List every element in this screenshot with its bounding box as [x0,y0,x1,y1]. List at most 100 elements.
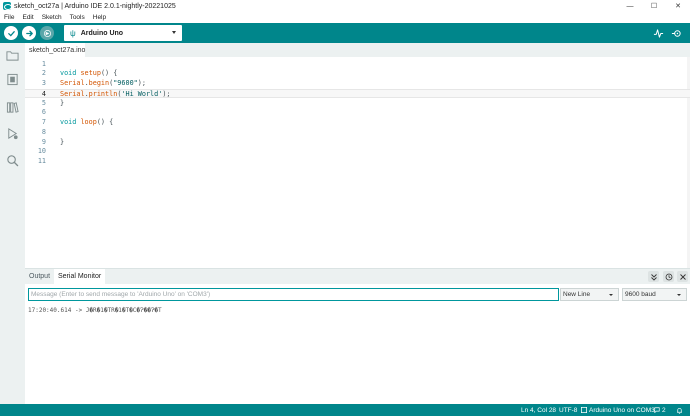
code-line[interactable]: 4 Serial.println('Hi World'); [25,88,690,99]
serial-plotter-icon [653,28,663,38]
upload-icon [25,30,33,36]
clear-output-button[interactable] [677,271,688,282]
debug-button[interactable] [40,26,54,40]
editor-tab-strip: sketch_oct27a.ino [25,43,690,57]
usb-icon: ψ [70,28,76,38]
menu-help[interactable]: Help [89,14,110,21]
code-line[interactable]: 10 [25,147,690,157]
cursor-position[interactable]: Ln 4, Col 28 [521,404,556,416]
chevron-down-icon [677,294,681,296]
serial-monitor-button[interactable] [669,26,683,40]
window-controls: — ☐ ✕ [618,0,690,12]
maximize-button[interactable]: ☐ [642,0,666,12]
arduino-logo-icon [3,2,12,10]
line-ending-select[interactable]: New Line [560,288,619,301]
debug-icon [43,29,51,37]
line-ending-value: New Line [563,291,591,298]
verify-icon [7,30,15,36]
code-token: void [60,69,77,78]
code-token: begin [88,79,110,87]
encoding-indicator[interactable]: UTF-8 [559,404,577,416]
sketchbook-button[interactable] [5,48,20,63]
board-icon [581,407,587,413]
line-number: 5 [41,98,46,107]
search-icon [7,155,19,167]
menu-bar: File Edit Sketch Tools Help [0,12,690,23]
serial-plotter-button[interactable] [651,26,665,40]
code-token: ); [162,89,171,98]
code-line[interactable]: 3 Serial.begin("9600"); [25,79,690,89]
code-token: ); [137,79,146,87]
collapse-panel-button[interactable] [648,271,659,282]
notifications-indicator[interactable]: 2 [654,404,666,416]
line-code: } [60,99,64,109]
notifications-count: 2 [662,406,666,414]
line-number: 8 [41,127,46,136]
code-editor[interactable]: 1 2 void setup() {3 Serial.begin("9600"); 4 S… [25,57,690,268]
code-token: } [60,98,65,107]
code-line[interactable]: 8 [25,128,690,138]
verify-button[interactable] [4,26,18,40]
board-name: Arduino Uno [80,29,124,37]
line-number: 6 [41,108,46,117]
code-token: "9600" [113,79,138,87]
board-selector[interactable]: ψ Arduino Uno [64,25,182,41]
bell-button[interactable] [676,404,683,416]
serial-output-line: 17:20:40.614 -> J�R�1�TR�1�T�C�Ɂ��Ɂ�T [28,307,162,314]
line-number: 7 [41,118,46,126]
library-manager-icon [6,102,19,113]
menu-tools[interactable]: Tools [66,14,89,21]
board-port-indicator[interactable]: Arduino Uno on COM3 [581,404,655,416]
tab-serial-monitor[interactable]: Serial Monitor [54,269,106,284]
file-tab[interactable]: sketch_oct27a.ino [25,43,85,57]
code-token: () { [96,118,114,126]
code-token: 'Hi World' [121,89,163,98]
code-line[interactable]: 7 void loop() { [25,118,690,128]
chevron-down-icon [609,294,613,296]
menu-sketch[interactable]: Sketch [38,14,66,21]
line-code: void setup() { [60,69,117,79]
boards-manager-button[interactable] [5,72,20,87]
code-token: Serial [60,89,85,98]
serial-message-input[interactable]: Message (Enter to send message to 'Ardui… [28,288,559,301]
close-icon [679,273,686,280]
tab-output[interactable]: Output [25,269,54,284]
line-code: void loop() { [60,118,113,128]
minimize-button[interactable]: — [618,0,642,12]
code-line[interactable]: 2 void setup() { [25,69,690,79]
bottom-panel: Output Serial Monitor Message (Enter to … [25,268,690,404]
line-number: 10 [37,147,46,156]
code-line[interactable]: 11 [25,157,690,167]
activity-sidebar [0,43,25,404]
code-line[interactable]: 9} [25,138,690,148]
search-button[interactable] [5,153,20,168]
code-token: setup [80,69,101,78]
library-manager-button[interactable] [5,100,20,115]
toolbar: ψ Arduino Uno [0,23,690,43]
menu-edit[interactable]: Edit [18,14,37,21]
board-port-label: Arduino Uno on COM3 [589,406,655,414]
code-line[interactable]: 5} [25,99,690,109]
debug-icon [8,128,18,140]
debug-panel-button[interactable] [5,126,20,141]
baud-rate-select[interactable]: 9600 baud [622,288,687,301]
panel-tab-strip: Output Serial Monitor [25,269,690,284]
line-number: 2 [41,69,46,78]
timestamp-toggle-button[interactable] [663,271,674,282]
window-title: sketch_oct27a | Arduino IDE 2.0.1-nightl… [14,2,176,10]
upload-button[interactable] [22,26,36,40]
code-line[interactable]: 1 [25,60,690,70]
clock-icon [665,273,672,280]
menu-file[interactable]: File [0,14,18,21]
chevron-down-icon [172,31,176,34]
notification-icon [654,407,660,413]
line-number: 3 [41,79,46,87]
code-token: Serial [60,79,85,87]
sketchbook-folder-icon [6,51,19,61]
baud-rate-value: 9600 baud [625,291,656,298]
bell-icon [677,407,682,414]
line-number: 9 [41,137,46,146]
code-token: } [60,137,65,146]
close-button[interactable]: ✕ [666,0,690,12]
code-line[interactable]: 6 [25,108,690,118]
